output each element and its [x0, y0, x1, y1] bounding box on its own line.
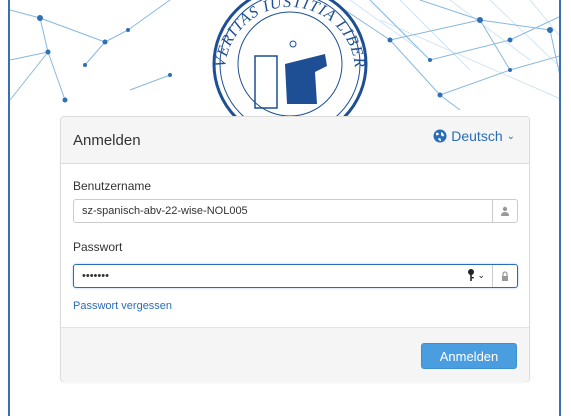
- user-icon: [492, 200, 517, 222]
- language-selector[interactable]: Deutsch ⌄: [433, 128, 515, 144]
- login-panel-header: Anmelden Deutsch ⌄: [61, 117, 529, 164]
- password-label: Passwort: [73, 240, 123, 254]
- username-label: Benutzername: [73, 179, 152, 193]
- language-label: Deutsch: [451, 128, 503, 144]
- chevron-down-icon: ⌄: [477, 269, 485, 280]
- login-window: VERITAS IUSTITIA LIBERTAS Anmelden Deuts…: [8, 0, 561, 416]
- login-title: Anmelden: [73, 132, 141, 149]
- lock-icon: [492, 265, 517, 287]
- login-panel-footer: Anmelden: [61, 327, 529, 382]
- login-panel: Anmelden Deutsch ⌄ Benutzername sz-spani…: [60, 116, 530, 382]
- username-field[interactable]: sz-spanisch-abv-22-wise-NOL005: [73, 199, 518, 223]
- globe-icon: [433, 129, 447, 143]
- forgot-password-link[interactable]: Passwort vergessen: [73, 300, 172, 312]
- login-button[interactable]: Anmelden: [421, 343, 517, 369]
- key-icon: [468, 269, 475, 281]
- password-manager-button[interactable]: ⌄: [467, 269, 485, 281]
- password-value: •••••••: [82, 270, 109, 282]
- university-seal-logo: VERITAS IUSTITIA LIBERTAS: [195, 0, 368, 120]
- password-field[interactable]: ••••••• ⌄: [73, 264, 518, 288]
- chevron-down-icon: ⌄: [506, 130, 515, 142]
- username-value: sz-spanisch-abv-22-wise-NOL005: [82, 205, 248, 217]
